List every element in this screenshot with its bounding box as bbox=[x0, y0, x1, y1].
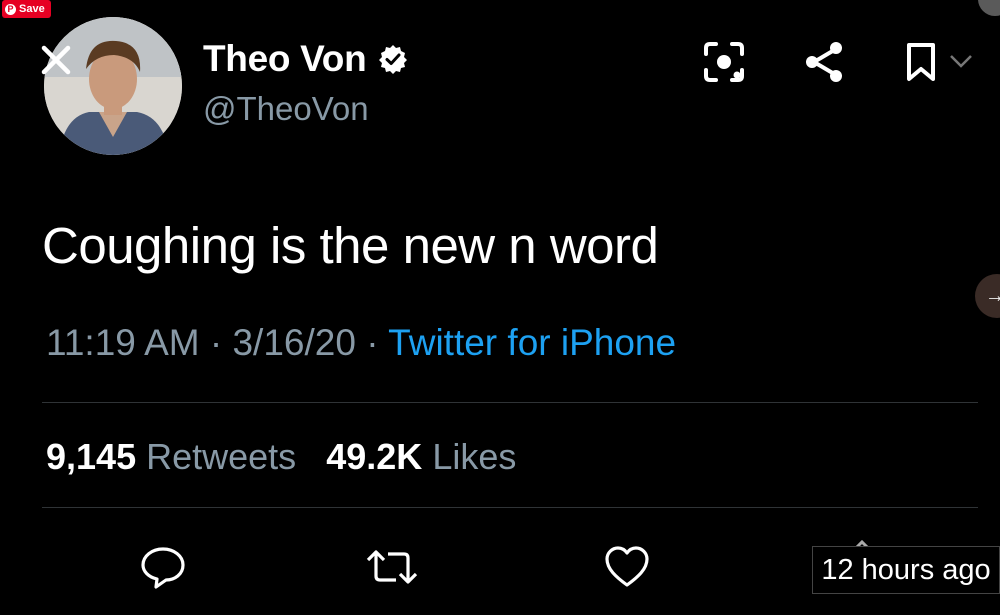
author-handle[interactable]: @TheoVon bbox=[203, 90, 369, 128]
lens-button[interactable] bbox=[702, 40, 746, 84]
pinterest-save-button[interactable]: P Save bbox=[2, 0, 51, 18]
avatar[interactable] bbox=[44, 17, 182, 155]
chevron-down-icon bbox=[950, 55, 972, 68]
retweet-button[interactable] bbox=[364, 542, 418, 592]
pinterest-icon: P bbox=[5, 3, 16, 15]
verified-badge-icon bbox=[379, 45, 408, 74]
author-name-row[interactable]: Theo Von bbox=[203, 38, 408, 80]
close-button[interactable] bbox=[36, 40, 76, 80]
pinterest-save-label: Save bbox=[19, 3, 45, 15]
reply-button[interactable] bbox=[138, 542, 188, 592]
retweets-stat[interactable]: 9,145 Retweets bbox=[46, 436, 306, 477]
retweet-icon bbox=[366, 550, 418, 584]
retweets-label: Retweets bbox=[146, 436, 297, 477]
author-name[interactable]: Theo Von bbox=[203, 38, 367, 80]
reply-icon bbox=[141, 547, 185, 589]
close-icon bbox=[41, 45, 71, 75]
share-icon bbox=[806, 42, 842, 82]
edge-button[interactable] bbox=[978, 0, 1000, 16]
avatar-image bbox=[44, 17, 182, 155]
bookmark-menu-button[interactable] bbox=[948, 52, 974, 70]
bookmark-icon bbox=[907, 43, 935, 81]
likes-stat[interactable]: 49.2K Likes bbox=[326, 436, 516, 477]
divider bbox=[42, 402, 978, 403]
meta-separator: · bbox=[366, 322, 379, 363]
tweet-meta: 11:19 AM · 3/16/20 · Twitter for iPhone bbox=[46, 322, 676, 364]
retweets-count: 9,145 bbox=[46, 436, 137, 477]
tweet-text: Coughing is the new n word bbox=[42, 217, 659, 274]
arrow-right-icon: → bbox=[985, 285, 1000, 307]
heart-icon bbox=[605, 546, 649, 587]
tweet-stats: 9,145 Retweets 49.2K Likes bbox=[46, 436, 516, 478]
like-button[interactable] bbox=[602, 542, 652, 592]
next-arrow-button[interactable]: → bbox=[975, 274, 1000, 318]
meta-separator: · bbox=[209, 322, 223, 363]
share-button[interactable] bbox=[800, 38, 848, 86]
lens-icon bbox=[704, 42, 744, 82]
divider bbox=[42, 507, 978, 508]
timestamp-overlay: 12 hours ago bbox=[812, 546, 1000, 594]
tweet-date: 3/16/20 bbox=[232, 322, 356, 363]
likes-label: Likes bbox=[432, 436, 517, 477]
likes-count: 49.2K bbox=[326, 436, 423, 477]
bookmark-button[interactable] bbox=[905, 42, 937, 82]
tweet-source-link[interactable]: Twitter for iPhone bbox=[388, 322, 676, 363]
tweet-time: 11:19 AM bbox=[46, 322, 200, 363]
